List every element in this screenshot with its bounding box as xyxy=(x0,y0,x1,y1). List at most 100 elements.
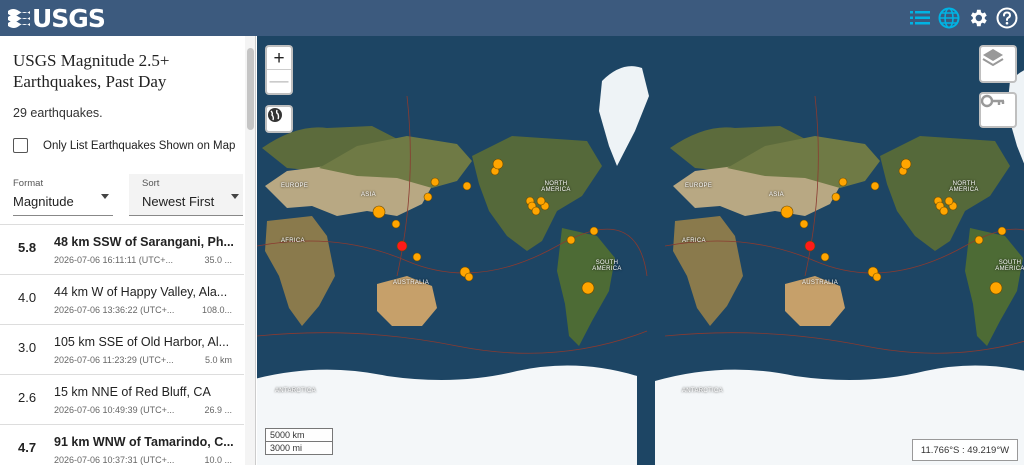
eq-time: 2026-07-06 13:36:22 (UTC+... xyxy=(54,305,175,315)
format-caption: Format xyxy=(13,178,44,189)
earthquake-marker[interactable] xyxy=(989,281,1003,295)
earthquake-marker[interactable] xyxy=(372,205,386,219)
label-antarctica: ANTARCTICA xyxy=(275,388,316,394)
earthquake-marker[interactable] xyxy=(997,226,1007,236)
earthquake-marker[interactable] xyxy=(780,205,794,219)
scale-km: 5000 km xyxy=(266,429,332,442)
earthquake-list-item[interactable]: 2.6 15 km NNE of Red Bluff, CA 2026-07-0… xyxy=(0,374,244,424)
only-list-shown-toggle[interactable]: Only List Earthquakes Shown on Map xyxy=(13,138,235,153)
earthquake-marker[interactable] xyxy=(944,196,954,206)
key-icon xyxy=(981,94,1005,108)
earthquake-marker[interactable] xyxy=(462,181,472,191)
zoom-out-button[interactable]: — xyxy=(267,70,291,93)
eq-magnitude: 4.7 xyxy=(18,440,37,455)
usgs-logo[interactable]: USGS xyxy=(8,3,106,33)
label-australia: AUSTRALIA xyxy=(393,280,430,286)
earthquake-marker[interactable] xyxy=(799,219,809,229)
eq-place: 48 km SSW of Sarangani, Ph... xyxy=(54,235,234,249)
label-europe: EUROPE xyxy=(281,183,309,189)
earthquake-count: 29 earthquakes. xyxy=(13,106,103,120)
help-icon[interactable] xyxy=(995,6,1019,30)
panel-title: USGS Magnitude 2.5+ Earthquakes, Past Da… xyxy=(13,51,170,91)
eq-place: 15 km NNE of Red Bluff, CA xyxy=(54,385,211,399)
earthquake-marker[interactable] xyxy=(391,219,401,229)
earthquake-marker[interactable] xyxy=(872,272,882,282)
earthquake-marker[interactable] xyxy=(423,192,433,202)
scrollbar-thumb[interactable] xyxy=(247,48,254,130)
format-select[interactable]: Format Magnitude xyxy=(13,174,113,216)
eq-time: 2026-07-06 11:23:29 (UTC+... xyxy=(54,355,174,365)
eq-depth: 5.0 km xyxy=(204,355,232,365)
earthquake-list: 5.8 48 km SSW of Sarangani, Ph... 2026-0… xyxy=(0,224,244,465)
earthquake-marker[interactable] xyxy=(536,196,546,206)
earthquake-marker[interactable] xyxy=(581,281,595,295)
gear-icon[interactable] xyxy=(966,6,990,30)
label-europe: EUROPE xyxy=(685,183,713,189)
eq-place: 105 km SSE of Old Harbor, Al... xyxy=(54,335,230,349)
sort-value: Newest First xyxy=(142,194,215,209)
label-australia: AUSTRALIA xyxy=(802,280,839,286)
earthquake-list-panel: USGS Magnitude 2.5+ Earthquakes, Past Da… xyxy=(0,36,256,465)
app-header: USGS xyxy=(0,0,1024,36)
earthquake-marker[interactable] xyxy=(492,158,504,170)
scale-mi: 3000 mi xyxy=(270,443,303,453)
only-list-label[interactable]: Only List Earthquakes Shown on Map xyxy=(43,140,235,152)
eq-depth: 108.0... xyxy=(201,305,232,315)
eq-depth: 35.0 ... xyxy=(204,255,232,265)
label-south-america: SOUTH AMERICA xyxy=(995,260,1024,272)
eq-time: 2026-07-06 10:37:31 (UTC+... xyxy=(54,455,175,465)
earthquake-marker[interactable] xyxy=(804,240,816,252)
layers-button[interactable] xyxy=(979,45,1017,83)
earthquake-marker[interactable] xyxy=(900,158,912,170)
earthquake-marker[interactable] xyxy=(870,181,880,191)
earthquake-marker[interactable] xyxy=(566,235,576,245)
eq-place: 44 km W of Happy Valley, Ala... xyxy=(54,285,228,299)
eq-time: 2026-07-06 16:11:11 (UTC+... xyxy=(54,255,173,265)
logo-text: USGS xyxy=(32,3,106,33)
earthquake-marker[interactable] xyxy=(820,252,830,262)
eq-magnitude: 2.6 xyxy=(18,390,37,405)
eq-magnitude: 4.0 xyxy=(18,290,37,305)
world-view-button[interactable] xyxy=(265,105,293,133)
earthquake-marker[interactable] xyxy=(396,240,408,252)
label-asia: ASIA xyxy=(361,192,376,198)
legend-button[interactable] xyxy=(979,92,1017,128)
label-south-america: SOUTH AMERICA xyxy=(592,260,622,272)
earthquake-list-item[interactable]: 4.0 44 km W of Happy Valley, Ala... 2026… xyxy=(0,274,244,324)
eq-place: 91 km WNW of Tamarindo, C... xyxy=(54,435,234,449)
eq-depth: 26.9 ... xyxy=(204,405,232,415)
earthquake-marker[interactable] xyxy=(412,252,422,262)
map-canvas xyxy=(257,36,1024,465)
usgs-wave-icon xyxy=(8,9,30,28)
earthquake-list-item[interactable]: 4.7 91 km WNW of Tamarindo, C... 2026-07… xyxy=(0,424,244,465)
earthquake-list-item[interactable]: 5.8 48 km SSW of Sarangani, Ph... 2026-0… xyxy=(0,224,244,274)
chevron-down-icon xyxy=(231,194,239,199)
earthquake-list-item[interactable]: 3.0 105 km SSE of Old Harbor, Al... 2026… xyxy=(0,324,244,374)
list-scrollbar[interactable] xyxy=(245,36,255,465)
zoom-in-button[interactable]: + xyxy=(267,47,291,70)
sort-caption: Sort xyxy=(142,178,160,189)
list-icon[interactable] xyxy=(908,6,932,30)
earthquake-marker[interactable] xyxy=(838,177,848,187)
globe-icon[interactable] xyxy=(937,6,961,30)
earthquake-marker[interactable] xyxy=(531,206,541,216)
globe-icon xyxy=(268,108,282,122)
label-africa: AFRICA xyxy=(281,238,305,244)
label-asia: ASIA xyxy=(769,192,784,198)
earthquake-marker[interactable] xyxy=(464,272,474,282)
eq-time: 2026-07-06 10:49:39 (UTC+... xyxy=(54,405,175,415)
earthquake-marker[interactable] xyxy=(430,177,440,187)
coordinate-readout: 11.766°S : 49.219°W xyxy=(912,439,1018,461)
earthquake-marker[interactable] xyxy=(974,235,984,245)
earthquake-marker[interactable] xyxy=(589,226,599,236)
earthquake-map[interactable]: + — EUROPE ASIA AFRICA AUSTRALIA NORTH A… xyxy=(257,36,1024,465)
map-scale: 5000 km 3000 mi xyxy=(265,428,333,455)
earthquake-marker[interactable] xyxy=(939,206,949,216)
eq-magnitude: 5.8 xyxy=(18,240,37,255)
layers-icon xyxy=(982,49,1004,67)
label-north-america: NORTH AMERICA xyxy=(949,181,979,193)
only-list-checkbox[interactable] xyxy=(13,138,28,153)
label-north-america: NORTH AMERICA xyxy=(541,181,571,193)
sort-select[interactable]: Sort Newest First xyxy=(129,174,243,216)
earthquake-marker[interactable] xyxy=(831,192,841,202)
